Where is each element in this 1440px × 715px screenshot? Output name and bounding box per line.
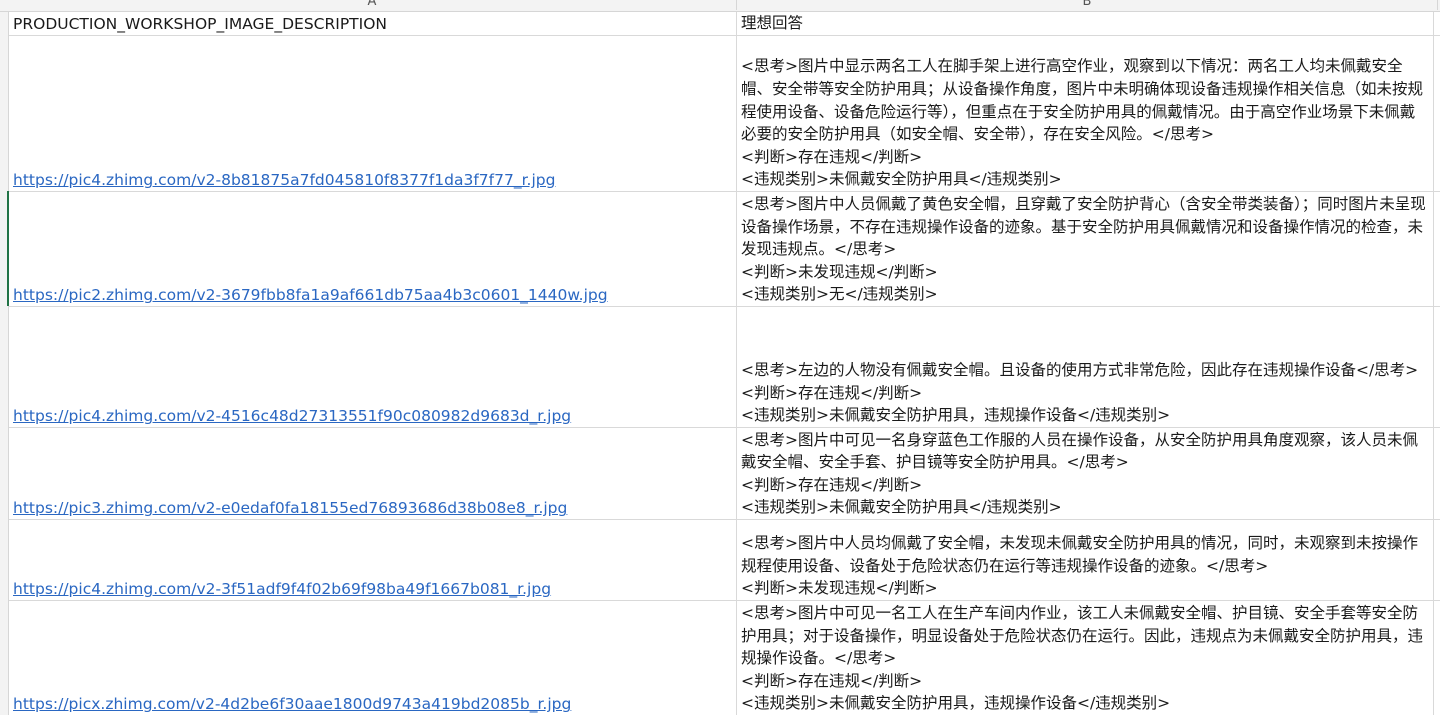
- cell-a[interactable]: https://pic3.zhimg.com/v2-e0edaf0fa18155…: [9, 428, 737, 519]
- image-url-link[interactable]: https://pic4.zhimg.com/v2-4516c48d273135…: [13, 407, 571, 425]
- cell-a[interactable]: https://pic4.zhimg.com/v2-4516c48d273135…: [9, 307, 737, 427]
- image-url-link[interactable]: https://pic4.zhimg.com/v2-3f51adf9f4f02b…: [13, 580, 551, 598]
- table-row: https://pic3.zhimg.com/v2-e0edaf0fa18155…: [9, 428, 1440, 520]
- column-header-bar: A B: [0, 0, 1440, 12]
- table-row: https://pic4.zhimg.com/v2-8b81875a7fd045…: [9, 36, 1440, 192]
- image-url-link[interactable]: https://pic4.zhimg.com/v2-8b81875a7fd045…: [13, 171, 555, 189]
- cell-b[interactable]: <思考>图片中人员均佩戴了安全帽，未发现未佩戴安全防护用具的情况，同时，未观察到…: [737, 520, 1434, 600]
- image-url-link[interactable]: https://pic2.zhimg.com/v2-3679fbb8fa1a9a…: [13, 286, 608, 304]
- image-url-link[interactable]: https://picx.zhimg.com/v2-4d2be6f30aae18…: [13, 695, 571, 713]
- cell-b[interactable]: <思考>图片中显示两名工人在脚手架上进行高空作业，观察到以下情况：两名工人均未佩…: [737, 36, 1434, 191]
- image-url-link[interactable]: https://pic3.zhimg.com/v2-e0edaf0fa18155…: [13, 499, 567, 517]
- row-header-gutter[interactable]: [0, 12, 9, 715]
- column-header-a[interactable]: A: [8, 0, 737, 10]
- cell-b[interactable]: <思考>左边的人物没有佩戴安全帽。且设备的使用方式非常危险，因此存在违规操作设备…: [737, 307, 1434, 427]
- cell-b-header[interactable]: 理想回答: [737, 12, 1434, 35]
- cell-a[interactable]: https://pic4.zhimg.com/v2-3f51adf9f4f02b…: [9, 520, 737, 600]
- table-row: https://pic4.zhimg.com/v2-4516c48d273135…: [9, 307, 1440, 428]
- answer-text: <思考>图片中可见一名工人在生产车间内作业，该工人未佩戴安全帽、护目镜、安全手套…: [741, 604, 1424, 713]
- answer-text: <思考>图片中人员佩戴了黄色安全帽，且穿戴了安全防护背心（含安全带类装备）；同时…: [741, 195, 1426, 304]
- table-row: https://picx.zhimg.com/v2-4d2be6f30aae18…: [9, 601, 1440, 715]
- cell-a[interactable]: https://picx.zhimg.com/v2-4d2be6f30aae18…: [9, 601, 737, 715]
- cell-a-header[interactable]: PRODUCTION_WORKSHOP_IMAGE_DESCRIPTION: [9, 12, 737, 35]
- spreadsheet: A B PRODUCTION_WORKSHOP_IMAGE_DESCRIPTIO…: [0, 0, 1440, 715]
- header-label-a: PRODUCTION_WORKSHOP_IMAGE_DESCRIPTION: [13, 15, 387, 34]
- column-header-b[interactable]: B: [737, 0, 1438, 10]
- answer-text: <思考>图片中显示两名工人在脚手架上进行高空作业，观察到以下情况：两名工人均未佩…: [741, 57, 1424, 189]
- cell-b[interactable]: <思考>图片中人员佩戴了黄色安全帽，且穿戴了安全防护背心（含安全带类装备）；同时…: [737, 192, 1434, 306]
- cell-grid: PRODUCTION_WORKSHOP_IMAGE_DESCRIPTION 理想…: [9, 12, 1440, 715]
- answer-text: <思考>图片中可见一名身穿蓝色工作服的人员在操作设备，从安全防护用具角度观察，该…: [741, 430, 1418, 517]
- cell-b[interactable]: <思考>图片中可见一名工人在生产车间内作业，该工人未佩戴安全帽、护目镜、安全手套…: [737, 601, 1434, 715]
- table-row: https://pic2.zhimg.com/v2-3679fbb8fa1a9a…: [9, 192, 1440, 307]
- answer-text: <思考>图片中人员均佩戴了安全帽，未发现未佩戴安全防护用具的情况，同时，未观察到…: [741, 534, 1418, 598]
- header-row: PRODUCTION_WORKSHOP_IMAGE_DESCRIPTION 理想…: [9, 12, 1440, 36]
- cell-a[interactable]: https://pic2.zhimg.com/v2-3679fbb8fa1a9a…: [9, 192, 737, 306]
- table-row: https://pic4.zhimg.com/v2-3f51adf9f4f02b…: [9, 520, 1440, 601]
- answer-text: <思考>左边的人物没有佩戴安全帽。且设备的使用方式非常危险，因此存在违规操作设备…: [741, 361, 1419, 425]
- cell-a[interactable]: https://pic4.zhimg.com/v2-8b81875a7fd045…: [9, 36, 737, 191]
- header-label-b: 理想回答: [741, 14, 804, 33]
- cell-b[interactable]: <思考>图片中可见一名身穿蓝色工作服的人员在操作设备，从安全防护用具角度观察，该…: [737, 428, 1434, 519]
